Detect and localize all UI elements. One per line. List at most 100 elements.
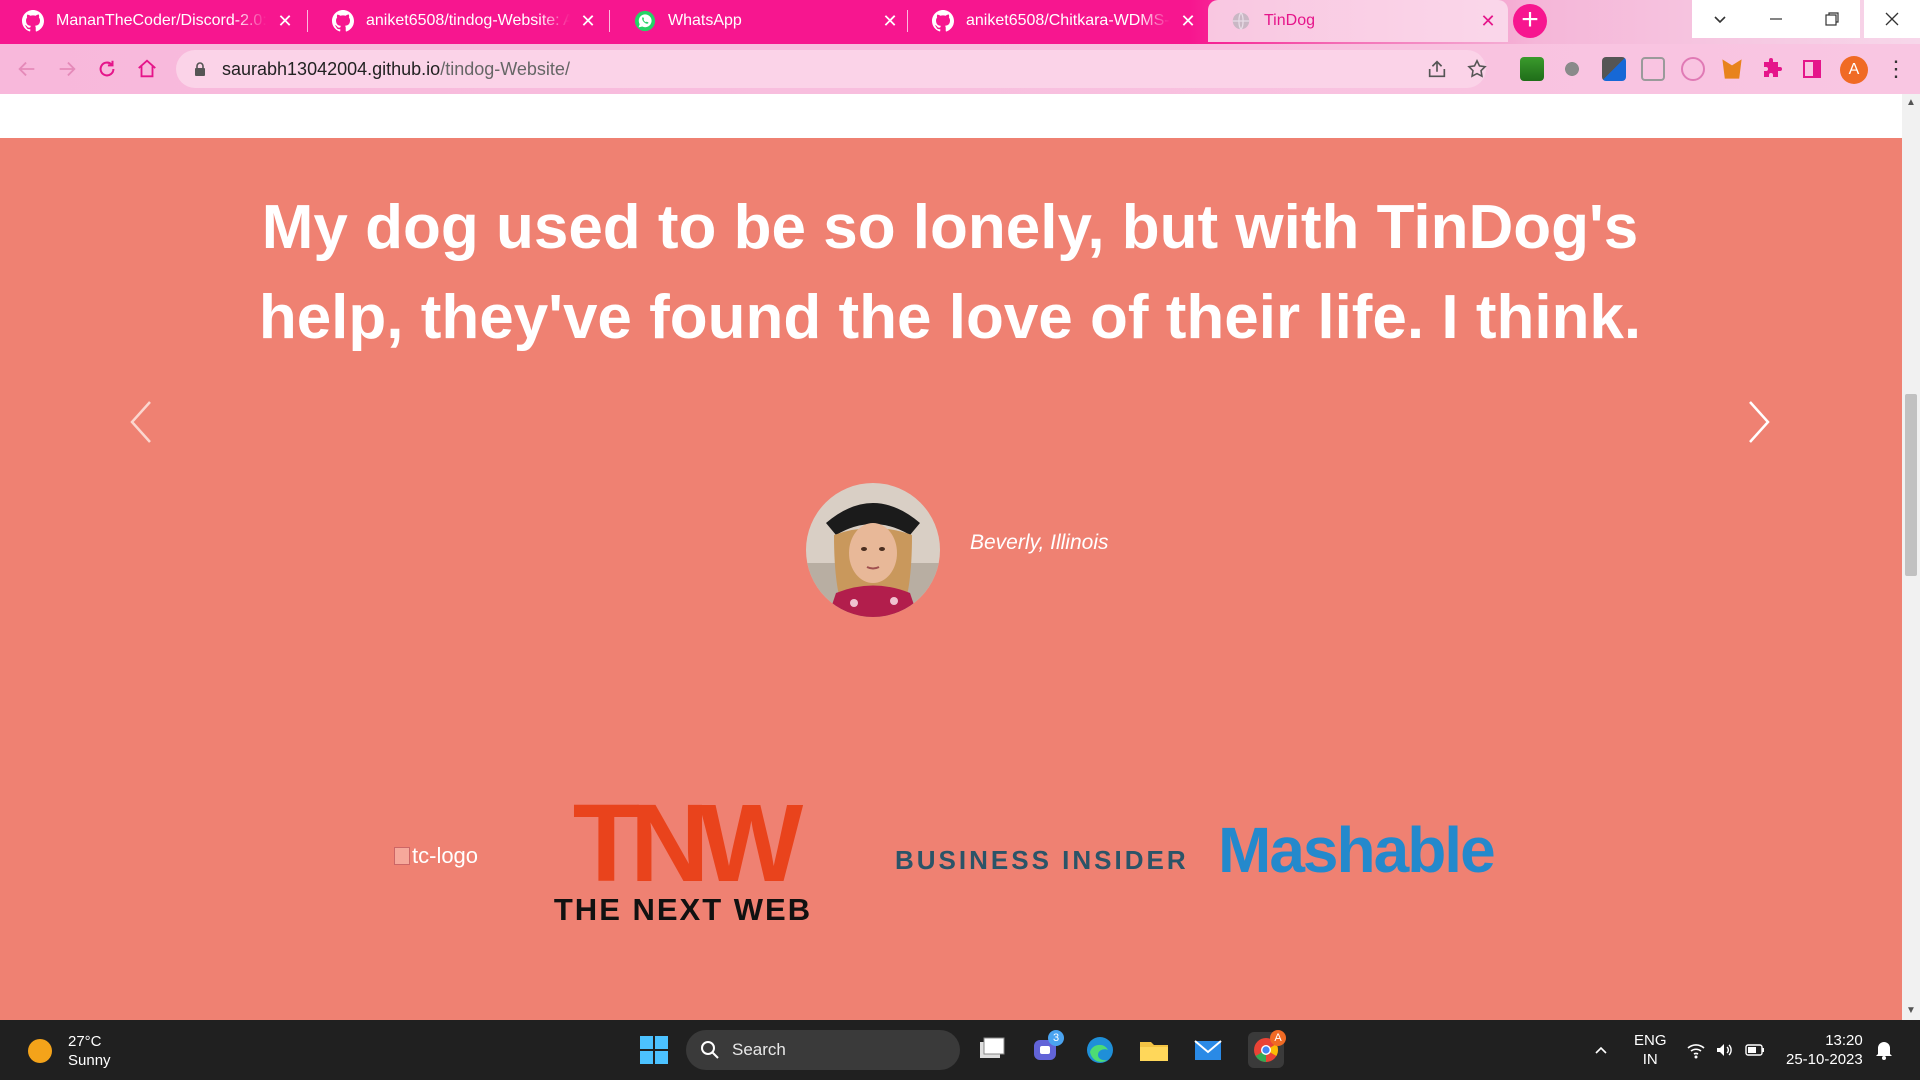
forward-button[interactable] [52, 54, 82, 84]
github-icon [22, 10, 44, 32]
chevron-right-icon [1749, 401, 1770, 443]
tab-chitkara-repo[interactable]: aniket6508/Chitkara-WDMS-Clas ✕ [910, 0, 1208, 42]
avatar-photo [806, 483, 940, 617]
tab-strip: MananTheCoder/Discord-2.0: Hea ✕ aniket6… [0, 0, 1920, 44]
close-icon[interactable]: ✕ [1478, 11, 1498, 32]
arrow-left-icon [18, 61, 35, 77]
clock-time: 13:20 [1825, 1032, 1863, 1049]
techcrunch-logo: tc-logo [394, 843, 478, 869]
globe-icon [1232, 12, 1250, 30]
tab-label: WhatsApp [668, 12, 742, 29]
menu-icon[interactable]: ⋮ [1885, 56, 1907, 82]
reload-button[interactable] [92, 54, 122, 84]
close-icon[interactable]: ✕ [880, 11, 900, 32]
language-indicator[interactable]: ENG IN [1634, 1031, 1667, 1069]
tab-divider [609, 10, 610, 32]
tab-tindog-repo[interactable]: aniket6508/tindog-Website: A Mo ✕ [310, 0, 608, 42]
url-host: saurabh13042004.github.io [222, 58, 441, 79]
close-icon[interactable]: ✕ [578, 11, 598, 32]
weather-widget[interactable]: 27°C Sunny [28, 1032, 111, 1070]
home-button[interactable] [132, 54, 162, 84]
broken-image-icon [394, 847, 410, 865]
address-bar[interactable]: saurabh13042004.github.io/tindog-Website… [176, 50, 1488, 88]
mashable-logo: Mashable [1218, 814, 1496, 886]
page-scrollbar[interactable]: ▲ ▼ [1902, 94, 1920, 1020]
tab-divider [307, 10, 308, 32]
arrow-right-icon [59, 61, 76, 77]
scroll-up-arrow[interactable]: ▲ [1902, 94, 1920, 112]
scroll-down-arrow[interactable]: ▼ [1902, 1002, 1920, 1020]
restore-button[interactable] [1804, 0, 1860, 38]
bookmark-button[interactable] [1466, 58, 1488, 80]
copy-extension-icon[interactable] [1641, 57, 1665, 81]
scroll-thumb[interactable] [1905, 394, 1917, 576]
tab-search-button[interactable] [1692, 0, 1748, 38]
battery-icon[interactable] [1744, 1040, 1766, 1060]
toolbar: saurabh13042004.github.io/tindog-Website… [0, 44, 1920, 94]
tab-discord[interactable]: MananTheCoder/Discord-2.0: Hea ✕ [0, 0, 305, 42]
minimize-icon [1770, 18, 1782, 20]
restore-icon [1825, 12, 1839, 26]
lang-bottom: IN [1642, 1051, 1658, 1068]
lang-top: ENG [1634, 1032, 1667, 1049]
tnw-letters: TNW [572, 782, 803, 905]
carousel-prev-button[interactable] [122, 392, 162, 452]
clock[interactable]: 13:20 25-10-2023 [1786, 1031, 1863, 1069]
minimize-button[interactable] [1748, 0, 1804, 38]
url-path: /tindog-Website/ [440, 58, 570, 79]
carousel-next-button[interactable] [1738, 392, 1778, 452]
bug-extension-icon[interactable] [1560, 57, 1584, 81]
chevron-down-icon [1714, 16, 1726, 24]
file-explorer-icon[interactable] [1136, 1032, 1172, 1068]
testimonial-quote: My dog used to be so lonely, but with Ti… [258, 193, 1642, 352]
weather-desc: Sunny [68, 1052, 111, 1069]
color-picker-extension-icon[interactable] [1602, 57, 1626, 81]
tab-label: aniket6508/tindog-Website: A Mo [366, 12, 570, 29]
search-icon [701, 1041, 719, 1059]
volume-icon[interactable] [1714, 1040, 1734, 1060]
taskbar: 27°C Sunny Search 3 A ENG IN 13:20 25-10… [0, 1020, 1920, 1080]
home-icon [138, 59, 156, 78]
tab-divider [907, 10, 908, 32]
section-divider [0, 94, 1902, 138]
testimonial-avatar [806, 483, 940, 617]
tnw-logo: TNW THE NEXT WEB [540, 782, 826, 928]
tab-whatsapp[interactable]: WhatsApp ✕ [612, 0, 910, 42]
close-icon[interactable]: ✕ [1178, 11, 1198, 32]
search-label: Search [732, 1040, 786, 1059]
share-icon [1428, 60, 1446, 78]
github-icon [932, 10, 954, 32]
task-view-icon[interactable] [974, 1032, 1010, 1068]
github-icon [332, 10, 354, 32]
puzzle-extensions-icon[interactable] [1760, 57, 1784, 81]
business-insider-logo: BUSINESS INSIDER [895, 845, 1189, 875]
chrome-profile-badge: A [1270, 1030, 1286, 1046]
profile-avatar[interactable]: A [1840, 56, 1868, 84]
chevron-up-icon[interactable] [1593, 1042, 1609, 1058]
tab-label: MananTheCoder/Discord-2.0: Hea [56, 12, 267, 29]
tab-label: TinDog [1264, 12, 1315, 29]
tab-tindog[interactable]: TinDog ✕ [1208, 0, 1508, 42]
wifi-icon[interactable] [1686, 1040, 1706, 1060]
back-button[interactable] [12, 54, 42, 84]
notification-bell-icon[interactable] [1874, 1039, 1894, 1061]
testimonial-author: Beverly, Illinois [970, 531, 1109, 554]
close-icon [1885, 12, 1899, 26]
side-panel-icon[interactable] [1800, 57, 1824, 81]
edge-icon[interactable] [1082, 1032, 1118, 1068]
mail-icon[interactable] [1190, 1032, 1226, 1068]
teams-badge: 3 [1048, 1030, 1064, 1046]
windows-start-icon[interactable] [636, 1032, 672, 1068]
react-devtools-icon[interactable] [1681, 57, 1705, 81]
weather-temp: 27°C [68, 1033, 102, 1050]
new-tab-button[interactable]: + [1513, 4, 1547, 38]
close-window-button[interactable] [1864, 0, 1920, 38]
taskbar-search[interactable]: Search [686, 1030, 960, 1070]
lock-icon[interactable] [192, 61, 208, 77]
html-extension-icon[interactable] [1520, 57, 1544, 81]
close-icon[interactable]: ✕ [275, 11, 295, 32]
reload-icon [99, 60, 115, 77]
share-button[interactable] [1426, 58, 1448, 80]
tnw-caption: THE NEXT WEB [553, 892, 813, 927]
clock-date: 25-10-2023 [1786, 1051, 1863, 1068]
